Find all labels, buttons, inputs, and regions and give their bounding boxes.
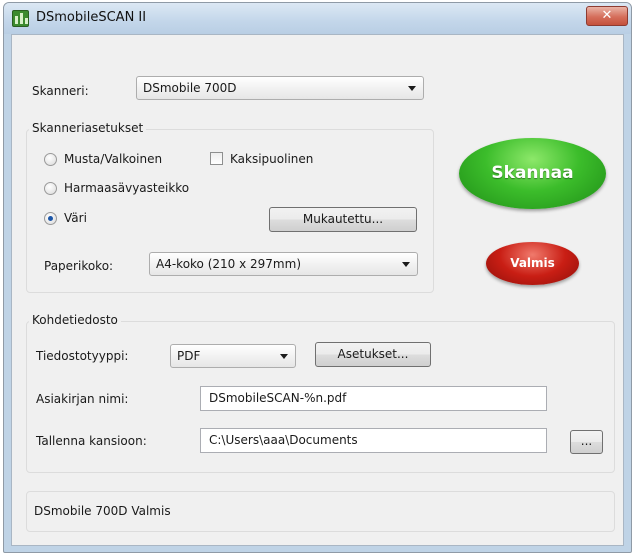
scanner-select[interactable]: DSmobile 700D <box>136 76 424 100</box>
done-button[interactable]: Valmis <box>486 242 579 285</box>
chevron-down-icon <box>408 86 416 91</box>
radio-black-white-label: Musta/Valkoinen <box>64 152 163 166</box>
filetype-label: Tiedostotyyppi: <box>36 349 129 363</box>
paper-size-select[interactable]: A4-koko (210 x 297mm) <box>149 252 418 276</box>
scanner-select-value: DSmobile 700D <box>143 81 237 95</box>
save-folder-label: Tallenna kansioon: <box>36 434 147 448</box>
radio-black-white[interactable] <box>44 153 57 166</box>
chevron-down-icon <box>280 354 288 359</box>
duplex-checkbox[interactable] <box>210 152 223 165</box>
title-bar[interactable]: DSmobileSCAN II ✕ <box>4 3 631 34</box>
paper-size-label: Paperikoko: <box>44 259 114 273</box>
radio-grayscale[interactable] <box>44 182 57 195</box>
target-file-title: Kohdetiedosto <box>29 313 121 327</box>
save-folder-field[interactable]: C:\Users\aaa\Documents <box>200 428 547 453</box>
filetype-select-value: PDF <box>177 349 201 363</box>
dialog-body: Skanneri: DSmobile 700D Skanneriasetukse… <box>11 34 624 546</box>
radio-color[interactable] <box>44 212 57 225</box>
scan-button[interactable]: Skannaa <box>459 138 606 209</box>
status-text: DSmobile 700D Valmis <box>34 504 171 518</box>
filetype-select[interactable]: PDF <box>170 344 296 368</box>
custom-button[interactable]: Mukautettu... <box>269 207 417 232</box>
close-button[interactable]: ✕ <box>586 6 628 26</box>
browse-folder-button[interactable]: ... <box>570 430 603 454</box>
scanner-settings-title: Skanneriasetukset <box>29 121 147 135</box>
document-name-label: Asiakirjan nimi: <box>36 392 129 406</box>
app-window: DSmobileSCAN II ✕ Skanneri: DSmobile 700… <box>3 2 632 553</box>
status-panel: DSmobile 700D Valmis <box>26 491 615 532</box>
window-title: DSmobileSCAN II <box>36 10 147 25</box>
chevron-down-icon <box>402 262 410 267</box>
radio-grayscale-label: Harmaasävyasteikko <box>64 181 190 195</box>
scanner-label: Skanneri: <box>32 84 89 98</box>
duplex-label: Kaksipuolinen <box>230 152 314 166</box>
document-name-field[interactable]: DSmobileSCAN-%n.pdf <box>200 386 547 411</box>
paper-size-select-value: A4-koko (210 x 297mm) <box>156 257 301 271</box>
settings-button[interactable]: Asetukset... <box>315 342 431 367</box>
close-icon: ✕ <box>601 8 613 23</box>
radio-color-label: Väri <box>64 211 87 225</box>
app-icon <box>12 10 29 27</box>
